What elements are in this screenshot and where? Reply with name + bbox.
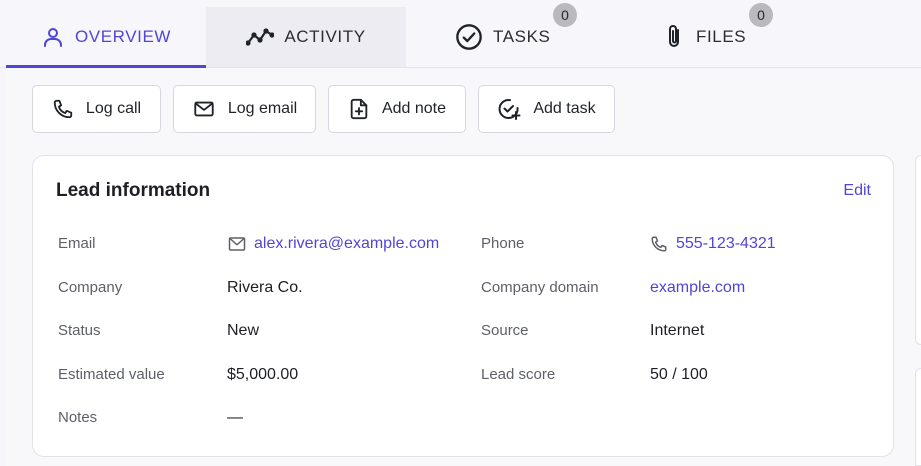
lead-score-label: Lead score — [481, 366, 556, 383]
card-title: Lead information — [56, 180, 211, 201]
tab-files-label: FILES — [696, 27, 747, 46]
tab-tasks[interactable]: TASKS 0 — [440, 3, 600, 67]
edit-link[interactable]: Edit — [843, 182, 871, 200]
check-circle-plus-icon — [498, 99, 521, 120]
tab-activity[interactable]: ACTIVITY — [206, 7, 406, 67]
estimated-value-label: Estimated value — [58, 366, 165, 383]
add-note-button[interactable]: Add note — [328, 85, 466, 133]
company-label: Company — [58, 279, 123, 296]
email-value[interactable]: alex.rivera@example.com — [228, 234, 439, 254]
estimated-value-value: $5,000.00 — [227, 366, 299, 383]
lead-information-card: Lead information Edit Email alex.rivera@… — [32, 155, 894, 457]
activity-icon — [246, 28, 275, 46]
phone-icon — [651, 236, 667, 252]
file-plus-icon — [350, 98, 368, 120]
tab-bar: OVERVIEW ACTIVITY TASKS 0 FILES 0 — [0, 0, 921, 68]
company-value: Rivera Co. — [227, 279, 303, 296]
log-email-button[interactable]: Log email — [173, 85, 316, 133]
log-email-label: Log email — [227, 100, 298, 117]
status-label: Status — [58, 322, 101, 339]
log-call-label: Log call — [85, 100, 142, 117]
phone-value[interactable]: 555-123-4321 — [650, 234, 776, 254]
check-circle-icon — [456, 24, 482, 50]
mail-icon — [194, 101, 214, 117]
tab-overview-label: OVERVIEW — [74, 27, 172, 46]
notes-label: Notes — [58, 409, 98, 426]
user-icon — [43, 28, 62, 47]
notes-value: — — [227, 409, 243, 426]
lead-score-value: 50 / 100 — [650, 366, 708, 383]
adjacent-panel-edge-lower — [915, 368, 921, 466]
phone-label: Phone — [481, 235, 525, 252]
company-domain-value[interactable]: example.com — [650, 278, 745, 298]
add-task-button[interactable]: Add task — [478, 85, 615, 133]
tab-overview[interactable]: OVERVIEW — [6, 7, 206, 68]
phone-text: 555-123-4321 — [676, 235, 776, 252]
phone-icon — [53, 99, 73, 119]
files-count-badge: 0 — [749, 3, 773, 27]
status-value: New — [227, 322, 260, 339]
email-label: Email — [58, 235, 96, 252]
source-label: Source — [481, 322, 529, 339]
add-task-label: Add task — [533, 100, 596, 117]
paperclip-icon — [669, 25, 679, 47]
mail-icon — [228, 237, 246, 251]
tab-tasks-label: TASKS — [493, 27, 551, 46]
email-text: alex.rivera@example.com — [254, 235, 440, 252]
add-note-label: Add note — [381, 100, 447, 117]
log-call-button[interactable]: Log call — [32, 85, 161, 133]
source-value: Internet — [650, 322, 705, 339]
company-domain-label: Company domain — [481, 279, 599, 296]
tab-files[interactable]: FILES 0 — [650, 3, 800, 67]
tab-activity-label: ACTIVITY — [284, 27, 366, 46]
tasks-count-badge: 0 — [553, 3, 577, 27]
adjacent-panel-edge — [915, 155, 921, 345]
